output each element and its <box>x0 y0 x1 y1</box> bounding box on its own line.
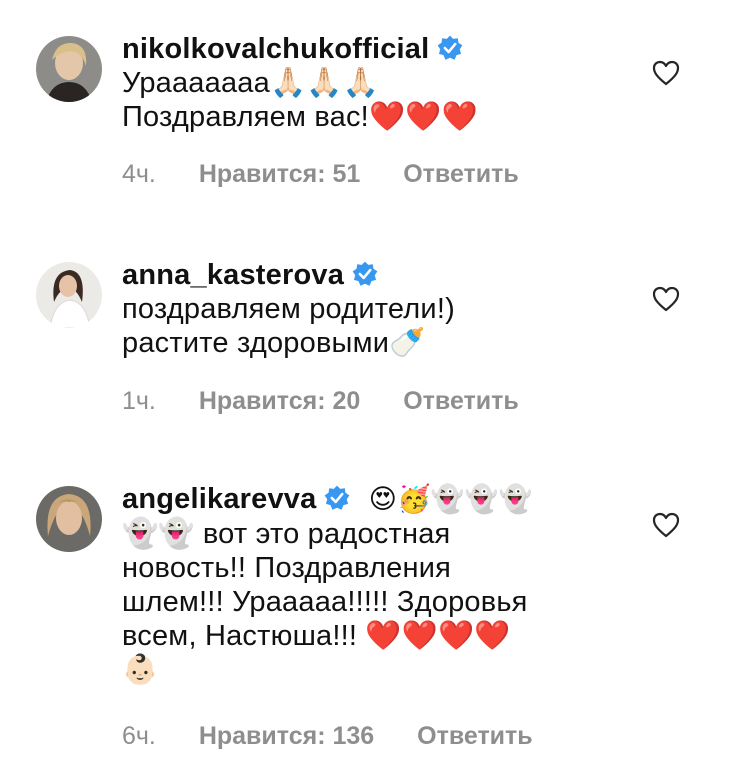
avatar[interactable] <box>36 262 102 328</box>
verified-badge-icon <box>438 35 463 60</box>
like-heart-icon[interactable] <box>652 286 680 312</box>
comment-meta: 4ч. Нравится: 51 Ответить <box>122 160 519 189</box>
reply-button[interactable]: Ответить <box>403 160 519 188</box>
comment-first-line: anna_kasterova <box>122 258 622 292</box>
comment-text-line: Поздравляем вас!❤️❤️❤️ <box>122 101 478 133</box>
avatar-photo-icon <box>36 262 102 328</box>
avatar-photo-icon <box>36 36 102 102</box>
verified-badge-icon <box>352 261 378 286</box>
comment-first-line: angelikarevva 😍🥳👻👻👻 <box>122 482 622 517</box>
comment-text-line: 👻👻 вот это радостная <box>122 518 451 550</box>
verified-badge-icon <box>325 485 350 510</box>
like-heart-icon[interactable] <box>652 512 680 538</box>
comment-text-line: Урааааааа🙏🏻🙏🏻🙏🏻 <box>122 67 379 99</box>
like-heart-icon[interactable] <box>652 60 680 86</box>
avatar[interactable] <box>36 36 102 102</box>
comment-emojis: 😍🥳👻👻👻 <box>368 484 533 515</box>
reply-button[interactable]: Ответить <box>403 387 519 415</box>
username-link[interactable]: anna_kasterova <box>122 259 344 291</box>
username-link[interactable]: angelikarevva <box>122 483 316 515</box>
comment-text-line: 👶🏻 <box>122 654 159 686</box>
comment-text-line: всем, Настюша!!! ❤️❤️❤️❤️ <box>122 620 511 652</box>
comment-time: 1ч. <box>122 387 156 415</box>
reply-button[interactable]: Ответить <box>417 722 533 750</box>
comment-meta: 6ч. Нравится: 136 Ответить <box>122 722 533 751</box>
username-link[interactable]: nikolkovalchuk​official <box>122 33 429 65</box>
likes-count-button[interactable]: Нравится: 51 <box>199 160 360 188</box>
comment-meta: 1ч. Нравится: 20 Ответить <box>122 387 519 416</box>
likes-count-button[interactable]: Нравится: 20 <box>199 387 360 415</box>
comment-text-line: шлем!!! Урааааа!!!!! Здоровья <box>122 586 528 618</box>
comment-time: 4ч. <box>122 160 156 188</box>
comment-text-line: поздравляем родители!) <box>122 293 455 325</box>
likes-count-button[interactable]: Нравится: 136 <box>199 722 374 750</box>
comment-time: 6ч. <box>122 722 156 750</box>
avatar-photo-icon <box>36 486 102 552</box>
comment-text-line: новость!! Поздравления <box>122 552 452 584</box>
avatar[interactable] <box>36 486 102 552</box>
comment-text-line: растите здоровыми🍼 <box>122 327 426 359</box>
comment-first-line: nikolkovalchuk​official <box>122 32 622 66</box>
